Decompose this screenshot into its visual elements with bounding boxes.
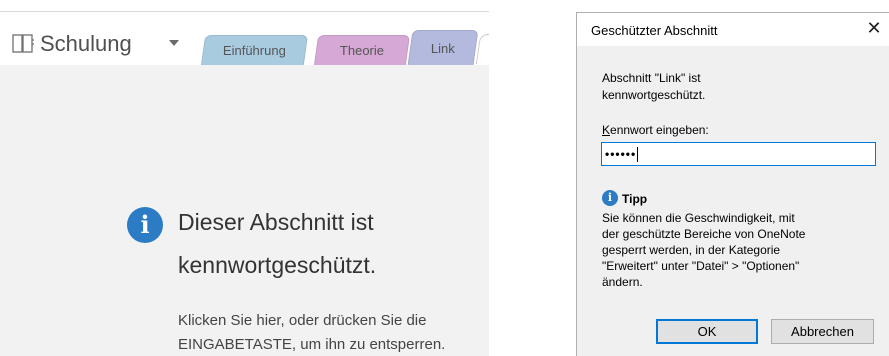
onenote-window: Schulung Einführung Theorie Link i Diese… [0,0,489,356]
info-icon: i [602,190,618,206]
password-input[interactable]: •••••• [601,142,876,166]
password-label: Kennwort eingeben: [602,123,709,137]
notebook-title[interactable]: Schulung [40,31,132,57]
unlock-hint[interactable]: EINGABETASTE, um ihn zu entsperren. [178,336,445,353]
dialog-title: Geschützter Abschnitt [591,23,718,38]
notebook-icon [12,34,34,53]
section-tab-label: Link [430,41,455,56]
tip-text: Sie können die Geschwindigkeit, mit [602,211,795,225]
dialog-message: kennwortgeschützt. [602,88,706,102]
section-tab-einfuehrung[interactable]: Einführung [200,35,309,65]
protected-section-dialog: Geschützter Abschnitt ✕ Abschnitt "Link"… [576,12,889,356]
section-tab-label: Theorie [339,43,384,58]
locked-message: kennwortgeschützt. [178,252,377,278]
cancel-button[interactable]: Abbrechen [771,319,874,344]
section-tab-label: Einführung [222,43,286,58]
tip-text: der geschützte Bereiche von OneNote [602,227,806,241]
tip-text: "Erweitert" unter "Datei" > "Optionen" [602,259,800,273]
dialog-message: Abschnitt "Link" ist [602,71,701,85]
password-value: •••••• [605,147,637,161]
toolbar-divider [0,11,489,12]
screenshot: Schulung Einführung Theorie Link i Diese… [0,0,889,356]
text-caret [637,147,639,163]
locked-message: Dieser Abschnitt ist [178,209,374,235]
unlock-hint[interactable]: Klicken Sie hier, oder drücken Sie die [178,312,426,329]
password-label-text: ennwort eingeben: [610,123,709,137]
notebook-dropdown-icon[interactable] [169,40,179,46]
close-icon[interactable]: ✕ [863,17,885,39]
section-tab-link[interactable]: Link [407,30,479,65]
password-label-accelerator: K [602,123,611,137]
tip-text: gesperrt werden, in der Kategorie [602,243,781,257]
ok-button[interactable]: OK [656,319,758,344]
dialog-titlebar[interactable]: Geschützter Abschnitt ✕ [577,13,889,46]
tip-text: ändern. [602,275,643,289]
info-icon: i [127,207,163,243]
section-tab-theorie[interactable]: Theorie [313,35,411,65]
tip-title: Tipp [622,192,648,206]
